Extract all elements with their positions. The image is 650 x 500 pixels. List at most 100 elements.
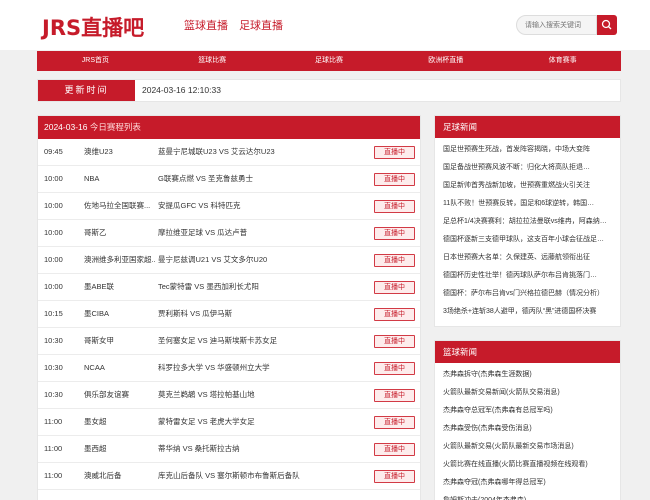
live-button[interactable]: 直播中 xyxy=(374,200,415,213)
live-button[interactable]: 直播中 xyxy=(374,443,415,456)
match-row: 11:00 墨女超 蒙特雷女足 VS 老虎大学女足 直播中 xyxy=(38,409,420,436)
football-news-list: 国足世预赛生死战，首发阵容揭晓，中场大变阵 国足备战世预赛风波不断：归化大将高队拒… xyxy=(435,138,620,321)
live-button[interactable]: 直播中 xyxy=(374,281,415,294)
match-row: 11:00 澳威北后备 库克山后备队 VS 塞尔斯顿市布鲁斯后备队 直播中 xyxy=(38,463,420,490)
match-time: 10:00 xyxy=(44,228,63,237)
match-row: 10:15 墨CIBA 贾利斯科 VS 瓜伊马斯 直播中 xyxy=(38,301,420,328)
update-bar: 更新时间 2024-03-16 12:10:33 xyxy=(37,79,621,102)
match-league: 澳威北后备 xyxy=(84,471,122,480)
match-row: 11:00 墨西超 蒂华纳 VS 桑托斯拉古纳 直播中 xyxy=(38,436,420,463)
news-item[interactable]: 火箭队最新交易(火箭队最新交易市场消息) xyxy=(443,438,612,456)
news-item[interactable]: 国足世预赛生死战，首发阵容揭晓，中场大变阵 xyxy=(443,141,612,159)
topnav-football[interactable]: 足球直播 xyxy=(239,20,283,32)
match-teams[interactable]: 蒙特雷女足 VS 老虎大学女足 xyxy=(158,409,398,435)
match-row: 09:45 澳维U23 蓝曼宁尼城联U23 VS 艾云达尔U23 直播中 xyxy=(38,139,420,166)
match-row: 10:00 佐地马拉全国联赛... 安提瓜GFC VS 科特匹克 直播中 xyxy=(38,193,420,220)
match-league: 澳洲维多利亚国家超... xyxy=(84,255,156,264)
match-list: 09:45 澳维U23 蓝曼宁尼城联U23 VS 艾云达尔U23 直播中 10:00 NB… xyxy=(38,139,420,490)
basketball-news-box: 篮球新闻 杰弗森拆守(杰弗森生涯数据) 火箭队最新交易新闻(火箭队交易消息) 杰弗森… xyxy=(434,340,621,500)
match-schedule: 2024-03-16 今日赛程列表 09:45 澳维U23 蓝曼宁尼城联U23 VS… xyxy=(37,115,421,500)
live-button[interactable]: 直播中 xyxy=(374,389,415,402)
live-button[interactable]: 直播中 xyxy=(374,362,415,375)
news-item[interactable]: 杰弗森拆守(杰弗森生涯数据) xyxy=(443,366,612,384)
news-item[interactable]: 足总杯1/4决赛赛利：胡拉拉法曼联vs维冉，阿森纳… xyxy=(443,213,612,231)
live-button[interactable]: 直播中 xyxy=(374,308,415,321)
match-row: 10:00 澳洲维多利亚国家超... 曼宁尼兹调U21 VS 艾文多尔U20 直播中 xyxy=(38,247,420,274)
match-teams[interactable]: G联赛点燃 VS 圣克鲁兹勇士 xyxy=(158,166,398,192)
match-time: 10:30 xyxy=(44,390,63,399)
match-time: 10:15 xyxy=(44,309,63,318)
match-row: 10:30 俱乐部友谊赛 莫克兰鹈鹕 VS 塔拉帕基山地 直播中 xyxy=(38,382,420,409)
match-time: 11:00 xyxy=(44,417,63,426)
match-time: 10:00 xyxy=(44,174,63,183)
match-league: 佐地马拉全国联赛... xyxy=(84,201,151,210)
site-header: JRS直播吧 篮球直播 足球直播 xyxy=(0,0,650,50)
match-row: 10:30 哥斯女甲 圣何塞女足 VS 迪马斯埃斯卡苏女足 直播中 xyxy=(38,328,420,355)
match-time: 10:00 xyxy=(44,282,63,291)
news-item[interactable]: 火箭队最新交易新闻(火箭队交易消息) xyxy=(443,384,612,402)
live-button[interactable]: 直播中 xyxy=(374,146,415,159)
live-button[interactable]: 直播中 xyxy=(374,335,415,348)
match-teams[interactable]: Tec蒙特雷 VS 墨西加利长尤阳 xyxy=(158,274,398,300)
match-row: 10:30 NCAA 科罗拉多大学 VS 华盛顿州立大学 直播中 xyxy=(38,355,420,382)
match-league: 墨女超 xyxy=(84,417,107,426)
match-time: 11:00 xyxy=(44,471,63,480)
match-teams[interactable]: 曼宁尼兹调U21 VS 艾文多尔U20 xyxy=(158,247,398,273)
match-teams[interactable]: 蒂华纳 VS 桑托斯拉古纳 xyxy=(158,436,398,462)
match-league: 墨ABE联 xyxy=(84,282,115,291)
search-icon xyxy=(601,19,612,30)
match-teams[interactable]: 科罗拉多大学 VS 华盛顿州立大学 xyxy=(158,355,398,381)
news-item[interactable]: 火箭比赛在线直播(火箭比赛直播视频在线观看) xyxy=(443,456,612,474)
live-button[interactable]: 直播中 xyxy=(374,227,415,240)
match-league: 哥斯女甲 xyxy=(84,336,114,345)
match-teams[interactable]: 贾利斯科 VS 瓜伊马斯 xyxy=(158,301,398,327)
nav-basketball[interactable]: 篮球比赛 xyxy=(154,51,271,71)
match-league: NCAA xyxy=(84,363,105,372)
news-item[interactable]: 詹姆斯冲击(2004年杰弗森) xyxy=(443,492,612,500)
match-teams[interactable]: 蓝曼宁尼城联U23 VS 艾云达尔U23 xyxy=(158,139,398,165)
news-item[interactable]: 德国杯历史性壮举！德丙球队萨尔布吕肯挑落门… xyxy=(443,267,612,285)
live-button[interactable]: 直播中 xyxy=(374,416,415,429)
news-item[interactable]: 杰弗森受伤(杰弗森受伤消息) xyxy=(443,420,612,438)
news-item[interactable]: 11队不败！世预赛反转，国足和6球逆转，韩国… xyxy=(443,195,612,213)
schedule-header: 2024-03-16 今日赛程列表 xyxy=(38,116,420,139)
news-item[interactable]: 国足新帅首秀战新加坡，世预赛重燃战火引关注 xyxy=(443,177,612,195)
nav-euro-cup[interactable]: 欧洲杯直播 xyxy=(387,51,504,71)
match-league: 哥斯乙 xyxy=(84,228,107,237)
match-time: 10:00 xyxy=(44,255,63,264)
live-button[interactable]: 直播中 xyxy=(374,470,415,483)
nav-home[interactable]: JRS首页 xyxy=(37,51,154,71)
news-item[interactable]: 日本世预赛大名单：久保建英、远藤航领衔出征 xyxy=(443,249,612,267)
match-row: 10:00 墨ABE联 Tec蒙特雷 VS 墨西加利长尤阳 直播中 xyxy=(38,274,420,301)
news-item[interactable]: 德国杯逐新三支德甲球队，这支百年小球会征战足… xyxy=(443,231,612,249)
search-input[interactable] xyxy=(516,15,597,35)
match-time: 10:30 xyxy=(44,363,63,372)
update-time: 2024-03-16 12:10:33 xyxy=(142,85,221,95)
match-teams[interactable]: 摩拉维亚足球 VS 瓜达卢普 xyxy=(158,220,398,246)
match-time: 10:30 xyxy=(44,336,63,345)
site-logo[interactable]: JRS直播吧 xyxy=(42,12,144,42)
nav-football[interactable]: 足球比赛 xyxy=(271,51,388,71)
basketball-news-list: 杰弗森拆守(杰弗森生涯数据) 火箭队最新交易新闻(火箭队交易消息) 杰弗森夺总冠军(… xyxy=(435,363,620,500)
main-nav: JRS首页 篮球比赛 足球比赛 欧洲杯直播 体育赛事 xyxy=(37,51,621,71)
match-league: 俱乐部友谊赛 xyxy=(84,390,129,399)
news-item[interactable]: 杰弗森夺冠(杰弗森哪年得总冠军) xyxy=(443,474,612,492)
news-item[interactable]: 杰弗森夺总冠军(杰弗森有总冠军吗) xyxy=(443,402,612,420)
schedule-date: 2024-03-16 xyxy=(44,122,88,132)
search-button[interactable] xyxy=(597,15,617,35)
news-item[interactable]: 国足备战世预赛风波不断：归化大将高队拒退… xyxy=(443,159,612,177)
match-league: 墨CIBA xyxy=(84,309,110,318)
match-time: 09:45 xyxy=(44,147,63,156)
match-teams[interactable]: 莫克兰鹈鹕 VS 塔拉帕基山地 xyxy=(158,382,398,408)
match-teams[interactable]: 库克山后备队 VS 塞尔斯顿市布鲁斯后备队 xyxy=(158,463,398,489)
football-news-title: 足球新闻 xyxy=(435,116,620,138)
match-teams[interactable]: 圣何塞女足 VS 迪马斯埃斯卡苏女足 xyxy=(158,328,398,354)
nav-sports-events[interactable]: 体育赛事 xyxy=(504,51,621,71)
topnav-basketball[interactable]: 篮球直播 xyxy=(184,20,228,32)
news-item[interactable]: 3场绝杀+连斩38人避甲，德丙队“黑”进德国杯决赛 xyxy=(443,303,612,321)
match-row: 10:00 哥斯乙 摩拉维亚足球 VS 瓜达卢普 直播中 xyxy=(38,220,420,247)
match-teams[interactable]: 安提瓜GFC VS 科特匹克 xyxy=(158,193,398,219)
live-button[interactable]: 直播中 xyxy=(374,254,415,267)
live-button[interactable]: 直播中 xyxy=(374,173,415,186)
news-item[interactable]: 德国杯：萨尔布吕肯vs门兴格拉德巴赫（情况分析） xyxy=(443,285,612,303)
